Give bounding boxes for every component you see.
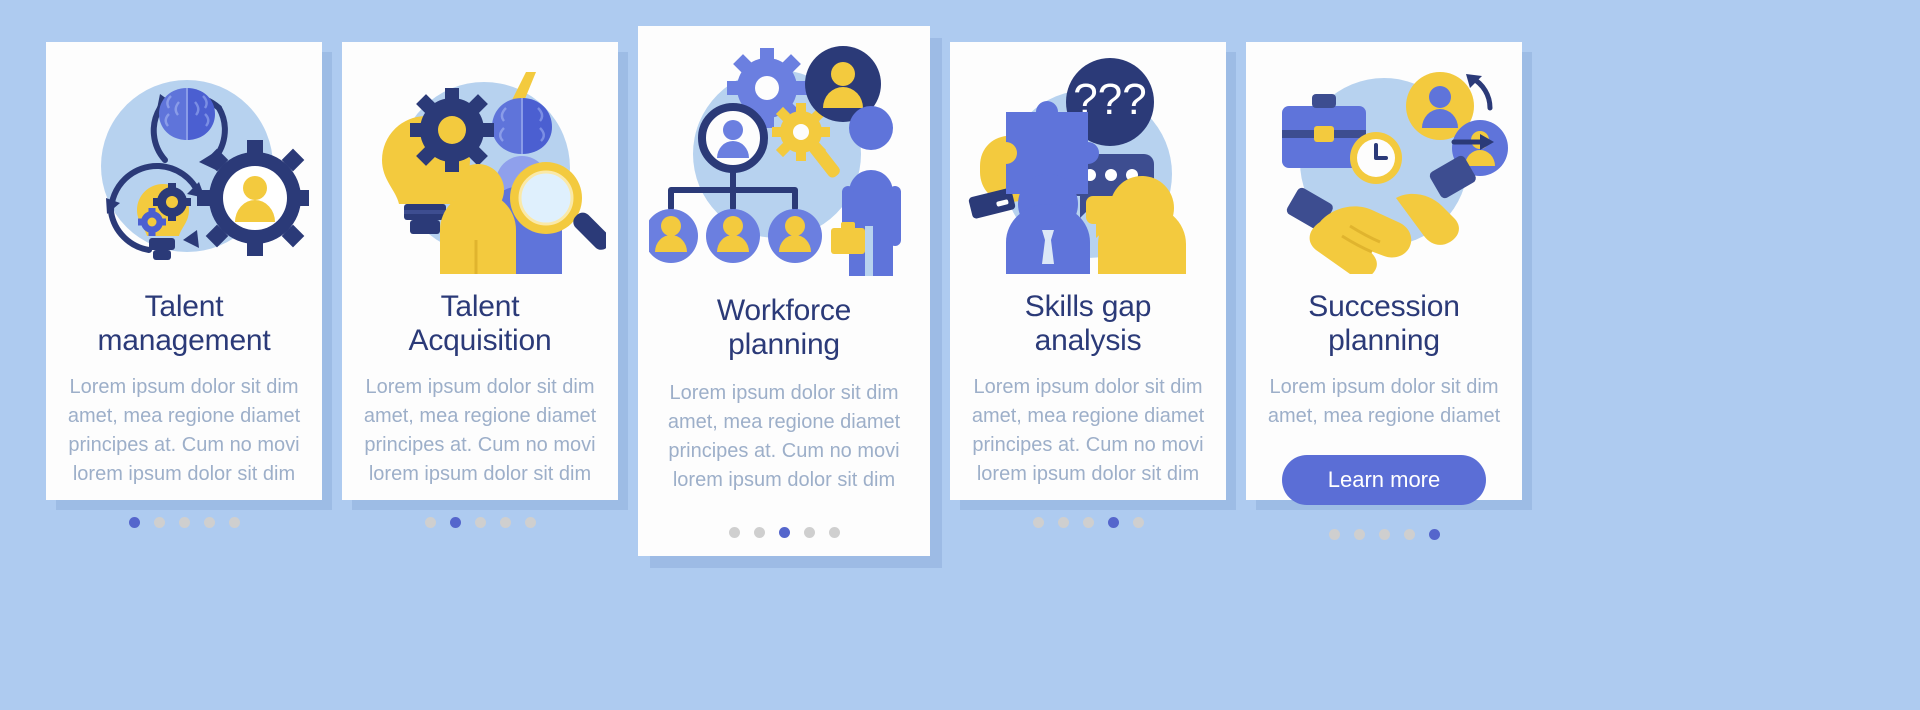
illustration-talent-management	[46, 42, 322, 274]
onboarding-screens-stage: Talent management Lorem ipsum dolor sit …	[0, 0, 1920, 710]
onboarding-card-talent-management[interactable]: Talent management Lorem ipsum dolor sit …	[46, 42, 322, 529]
card-description: Lorem ipsum dolor sit dim amet, mea regi…	[363, 376, 597, 486]
card-description: Lorem ipsum dolor sit dim amet, mea regi…	[1267, 376, 1501, 428]
pagination-dot-2[interactable]	[753, 527, 765, 539]
card-title: Workforce planning	[716, 294, 852, 361]
pagination-dot-2[interactable]	[1057, 517, 1069, 529]
onboarding-card-workforce-planning[interactable]: Workforce planning Lorem ipsum dolor sit…	[638, 26, 930, 556]
card-description: Lorem ipsum dolor sit dim amet, mea regi…	[971, 376, 1205, 486]
card-description: Lorem ipsum dolor sit dim amet, mea regi…	[67, 376, 301, 486]
bulb-gear-brain-people-magnifier-icon	[382, 72, 606, 274]
pagination-dot-3[interactable]	[474, 517, 486, 529]
illustration-skills-gap-analysis: ???	[950, 42, 1226, 274]
card-title: Talent Acquisition	[408, 290, 552, 357]
pagination-dot-4[interactable]	[203, 517, 215, 529]
pagination-dot-2[interactable]	[449, 517, 461, 529]
pagination-dot-2[interactable]	[153, 517, 165, 529]
pagination-dot-1[interactable]	[424, 517, 436, 529]
card-title: Talent management	[97, 290, 271, 357]
illustration-workforce-planning	[638, 26, 930, 276]
card-title: Succession planning	[1308, 290, 1460, 357]
onboarding-card-skills-gap-analysis[interactable]: ??? Skills gap analysis Lorem ipsum dolo…	[950, 42, 1226, 529]
pagination-dots[interactable]	[1328, 529, 1440, 541]
pagination-dot-5[interactable]	[524, 517, 536, 529]
pagination-dot-4[interactable]	[1403, 529, 1415, 541]
pagination-dots[interactable]	[728, 527, 840, 539]
pagination-dot-3[interactable]	[1378, 529, 1390, 541]
pagination-dot-3[interactable]	[778, 527, 790, 539]
pagination-dot-3[interactable]	[178, 517, 190, 529]
onboarding-card-talent-acquisition[interactable]: Talent Acquisition Lorem ipsum dolor sit…	[342, 42, 618, 529]
card-title: Skills gap analysis	[1024, 290, 1152, 357]
pagination-dot-1[interactable]	[728, 527, 740, 539]
pagination-dot-4[interactable]	[499, 517, 511, 529]
pagination-dot-5[interactable]	[828, 527, 840, 539]
brain-bulb-gear-user-cycle-icon	[101, 80, 309, 260]
pagination-dot-4[interactable]	[1107, 517, 1119, 529]
pagination-dot-5[interactable]	[1428, 529, 1440, 541]
pagination-dots[interactable]	[424, 517, 536, 529]
pagination-dot-2[interactable]	[1353, 529, 1365, 541]
pagination-dot-5[interactable]	[1132, 517, 1144, 529]
illustration-talent-acquisition	[342, 42, 618, 274]
illustration-succession-planning	[1246, 42, 1522, 274]
pagination-dot-1[interactable]	[1328, 529, 1340, 541]
puzzle-hand-question-bubbles-people-icon: ???	[968, 58, 1186, 274]
briefcase-clock-avatars-handshake-icon	[1282, 72, 1508, 274]
learn-more-button[interactable]: Learn more	[1281, 455, 1487, 506]
pagination-dot-1[interactable]	[1032, 517, 1044, 529]
card-description: Lorem ipsum dolor sit dim amet, mea regi…	[667, 382, 901, 492]
pagination-dot-1[interactable]	[128, 517, 140, 529]
pagination-dot-3[interactable]	[1082, 517, 1094, 529]
pagination-dots[interactable]	[1032, 517, 1144, 529]
onboarding-card-succession-planning[interactable]: Succession planning Lorem ipsum dolor si…	[1246, 42, 1522, 541]
pagination-dot-4[interactable]	[803, 527, 815, 539]
org-chart-gears-avatars-person-icon	[649, 46, 901, 276]
pagination-dot-5[interactable]	[228, 517, 240, 529]
pagination-dots[interactable]	[128, 517, 240, 529]
